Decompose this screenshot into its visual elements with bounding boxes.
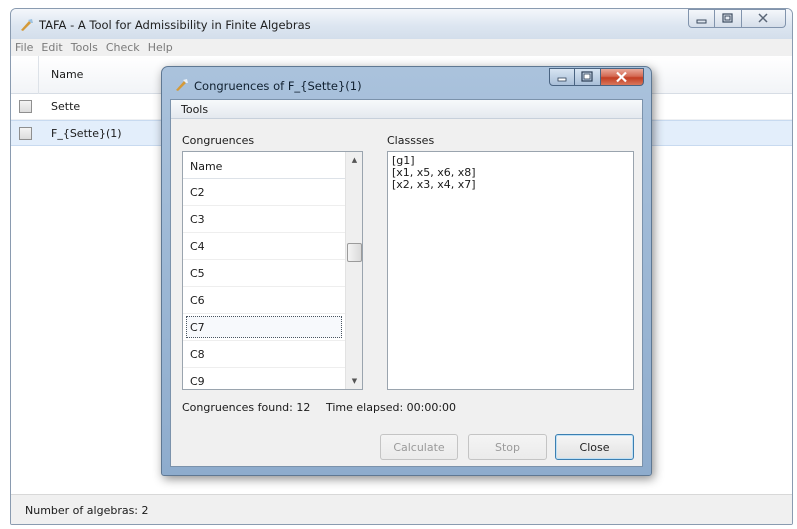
scroll-down-icon[interactable]: ▼ — [350, 376, 359, 386]
calculate-button[interactable]: Calculate — [380, 434, 458, 460]
column-header-name[interactable]: Name — [51, 68, 83, 81]
list-item-label: C2 — [190, 186, 205, 199]
list-item-selected[interactable]: C7 — [183, 314, 345, 341]
dialog-toolbar: Tools — [171, 100, 642, 119]
list-item[interactable]: C9 — [183, 368, 345, 389]
main-titlebar[interactable]: TAFA - A Tool for Admissibility in Finit… — [11, 9, 792, 39]
menu-file[interactable]: File — [15, 41, 33, 54]
close-button[interactable] — [742, 9, 786, 28]
row-label: F_{Sette}(1) — [51, 127, 122, 140]
main-window-title: TAFA - A Tool for Admissibility in Finit… — [39, 18, 311, 32]
list-item-label: C6 — [190, 294, 205, 307]
maximize-button[interactable] — [715, 9, 742, 28]
dialog-minimize-button[interactable] — [549, 68, 575, 86]
dialog-window-controls — [549, 68, 644, 86]
list-scrollbar[interactable]: ▲ ▼ — [345, 152, 362, 389]
menu-edit[interactable]: Edit — [41, 41, 62, 54]
menu-bar: File Edit Tools Check Help — [11, 39, 792, 56]
list-item-label: C3 — [190, 213, 205, 226]
class-line: [x2, x3, x4, x7] — [392, 178, 476, 191]
status-text: Number of algebras: 2 — [25, 504, 149, 517]
close-icon — [616, 71, 627, 83]
list-item[interactable]: C5 — [183, 260, 345, 287]
list-item[interactable]: C4 — [183, 233, 345, 260]
congruences-found-text: Congruences found: 12 — [182, 401, 311, 414]
tafa-app-icon — [176, 79, 188, 91]
list-item[interactable]: C2 — [183, 179, 345, 206]
dialog-title: Congruences of F_{Sette}(1) — [194, 79, 362, 93]
dialog-body: Tools Congruences Classses Name C2 C3 C4… — [170, 99, 643, 467]
dialog-close-button[interactable] — [601, 68, 644, 86]
classes-textbox[interactable]: [g1] [x1, x5, x6, x8] [x2, x3, x4, x7] — [387, 151, 634, 390]
table-corner — [11, 56, 39, 94]
maximize-icon — [581, 71, 593, 82]
focus-rect — [186, 316, 342, 338]
list-header-label: Name — [190, 160, 223, 173]
row-checkbox[interactable] — [19, 100, 32, 113]
row-label: Sette — [51, 100, 81, 113]
congruences-dialog: Congruences of F_{Sette}(1) Tools Congru… — [161, 66, 652, 476]
tools-menu[interactable]: Tools — [181, 103, 208, 116]
congruences-list[interactable]: Name C2 C3 C4 C5 C6 C7 C8 C9 ▲ ▼ — [182, 151, 363, 390]
minimize-icon — [696, 19, 707, 24]
menu-check[interactable]: Check — [106, 41, 140, 54]
close-icon — [758, 13, 768, 23]
dialog-maximize-button[interactable] — [575, 68, 601, 86]
close-dialog-button[interactable]: Close — [555, 434, 634, 460]
classes-label: Classses — [387, 134, 435, 147]
time-elapsed-text: Time elapsed: 00:00:00 — [326, 401, 457, 414]
list-item-label: C9 — [190, 375, 205, 388]
list-item[interactable]: C6 — [183, 287, 345, 314]
minimize-icon — [557, 77, 567, 82]
scroll-up-icon[interactable]: ▲ — [350, 155, 359, 165]
status-bar: Number of algebras: 2 — [11, 494, 792, 524]
list-item-label: C4 — [190, 240, 205, 253]
list-header[interactable]: Name — [183, 152, 345, 179]
minimize-button[interactable] — [688, 9, 715, 28]
list-item[interactable]: C8 — [183, 341, 345, 368]
list-item-label: C5 — [190, 267, 205, 280]
list-item-label: C8 — [190, 348, 205, 361]
tafa-app-icon — [21, 19, 33, 31]
dialog-titlebar[interactable]: Congruences of F_{Sette}(1) — [162, 67, 651, 97]
menu-help[interactable]: Help — [148, 41, 173, 54]
row-checkbox[interactable] — [19, 127, 32, 140]
menu-tools[interactable]: Tools — [71, 41, 98, 54]
stop-button[interactable]: Stop — [468, 434, 547, 460]
maximize-icon — [722, 13, 733, 23]
list-item[interactable]: C3 — [183, 206, 345, 233]
scroll-thumb[interactable] — [347, 243, 362, 262]
main-window-controls — [688, 9, 786, 28]
list-item-label: C7 — [190, 321, 205, 334]
congruences-label: Congruences — [182, 134, 255, 147]
